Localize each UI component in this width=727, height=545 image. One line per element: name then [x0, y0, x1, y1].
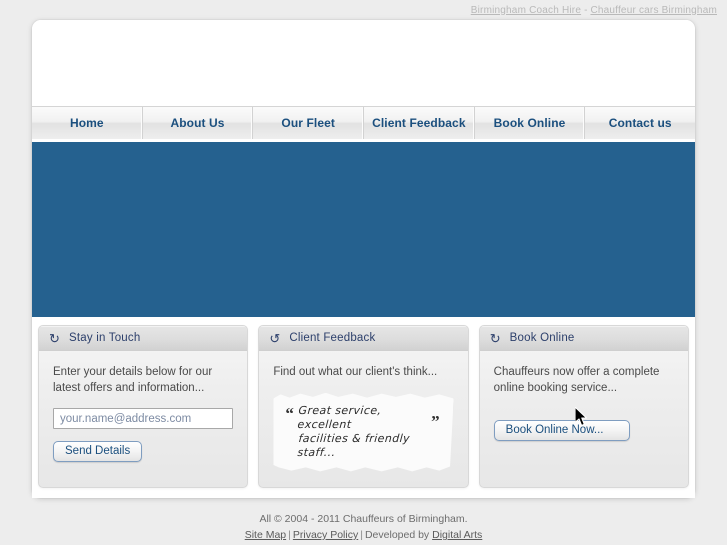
footer-links: Site Map | Privacy Policy | Developed by Dig… — [0, 527, 727, 543]
nav-item-about-us[interactable]: About Us — [143, 107, 254, 139]
panel-title-book-online: Book Online — [509, 332, 575, 344]
testimonial-quote: “ Great service, excellent ” — [285, 404, 439, 432]
stay-in-touch-description: Enter your details below for our latest … — [53, 366, 213, 394]
quote-close-icon: ” — [431, 412, 440, 431]
panel-header-stay-in-touch: ↻ Stay in Touch — [39, 326, 248, 351]
nav-item-home[interactable]: Home — [32, 107, 143, 139]
top-link-chauffeur-cars-birmingham[interactable]: Chauffeur cars Birmingham — [590, 5, 717, 16]
footer-developed-by-label: Developed by — [364, 529, 430, 541]
send-details-button[interactable]: Send Details — [53, 441, 143, 462]
panel-stay-in-touch: ↻ Stay in Touch Enter your details below… — [38, 325, 249, 488]
footer-copyright: All © 2004 - 2011 Chauffeurs of Birmingh… — [259, 513, 468, 525]
footer-link-site-map[interactable]: Site Map — [245, 529, 286, 541]
site-logo[interactable] — [50, 36, 310, 90]
panel-body-client-feedback: Find out what our client's think... “ Gr… — [259, 351, 467, 487]
quote-open-icon: “ — [285, 404, 294, 423]
panel-header-client-feedback: ↺ Client Feedback — [259, 326, 468, 351]
reload-circular-arrow-icon: ↻ — [489, 330, 501, 346]
panel-title-client-feedback: Client Feedback — [289, 332, 376, 344]
loop-arrow-icon: ↺ — [269, 330, 281, 346]
testimonial-line-1: Great service, excellent — [296, 404, 382, 431]
footer-link-digital-arts[interactable]: Digital Arts — [432, 529, 482, 541]
nav-item-book-online[interactable]: Book Online — [475, 107, 586, 139]
panel-title-stay-in-touch: Stay in Touch — [69, 332, 141, 344]
main-navigation: Home About Us Our Fleet Client Feedback … — [32, 106, 695, 142]
panel-body-book-online: Chauffeurs now offer a complete online b… — [480, 351, 688, 467]
panel-client-feedback: ↺ Client Feedback Find out what our clie… — [258, 325, 469, 488]
footer-link-privacy-policy[interactable]: Privacy Policy — [293, 529, 358, 541]
refresh-circular-arrow-icon: ↻ — [49, 330, 60, 346]
book-online-description: Chauffeurs now offer a complete online b… — [493, 366, 660, 394]
book-online-now-button[interactable]: Book Online Now... — [493, 420, 631, 441]
testimonial-torn-paper: “ Great service, excellent ” facilities … — [273, 392, 454, 472]
top-utility-bar: Birmingham Coach Hire - Chauffeur cars B… — [0, 0, 727, 20]
masthead — [32, 20, 695, 106]
nav-item-client-feedback[interactable]: Client Feedback — [364, 107, 475, 139]
nav-item-our-fleet[interactable]: Our Fleet — [253, 107, 365, 139]
footer-divider-1: | — [288, 529, 291, 541]
panel-body-stay-in-touch: Enter your details below for our latest … — [39, 351, 247, 476]
page-container: Home About Us Our Fleet Client Feedback … — [32, 20, 695, 498]
panel-book-online: ↻ Book Online Chauffeurs now offer a com… — [478, 325, 689, 488]
panel-header-book-online: ↻ Book Online — [479, 326, 688, 351]
hero-banner — [32, 142, 695, 317]
panel-row: ↻ Stay in Touch Enter your details below… — [32, 317, 695, 498]
email-input[interactable] — [53, 408, 234, 429]
client-feedback-description: Find out what our client's think... — [273, 366, 438, 378]
footer: All © 2004 - 2011 Chauffeurs of Birmingh… — [0, 498, 727, 543]
testimonial-line-2: facilities & friendly staff... — [297, 432, 411, 459]
top-link-birmingham-coach-hire[interactable]: Birmingham Coach Hire — [471, 5, 581, 16]
nav-item-contact-us[interactable]: Contact us — [585, 107, 695, 139]
top-link-separator: - — [584, 4, 588, 16]
footer-divider-2: | — [360, 529, 363, 541]
